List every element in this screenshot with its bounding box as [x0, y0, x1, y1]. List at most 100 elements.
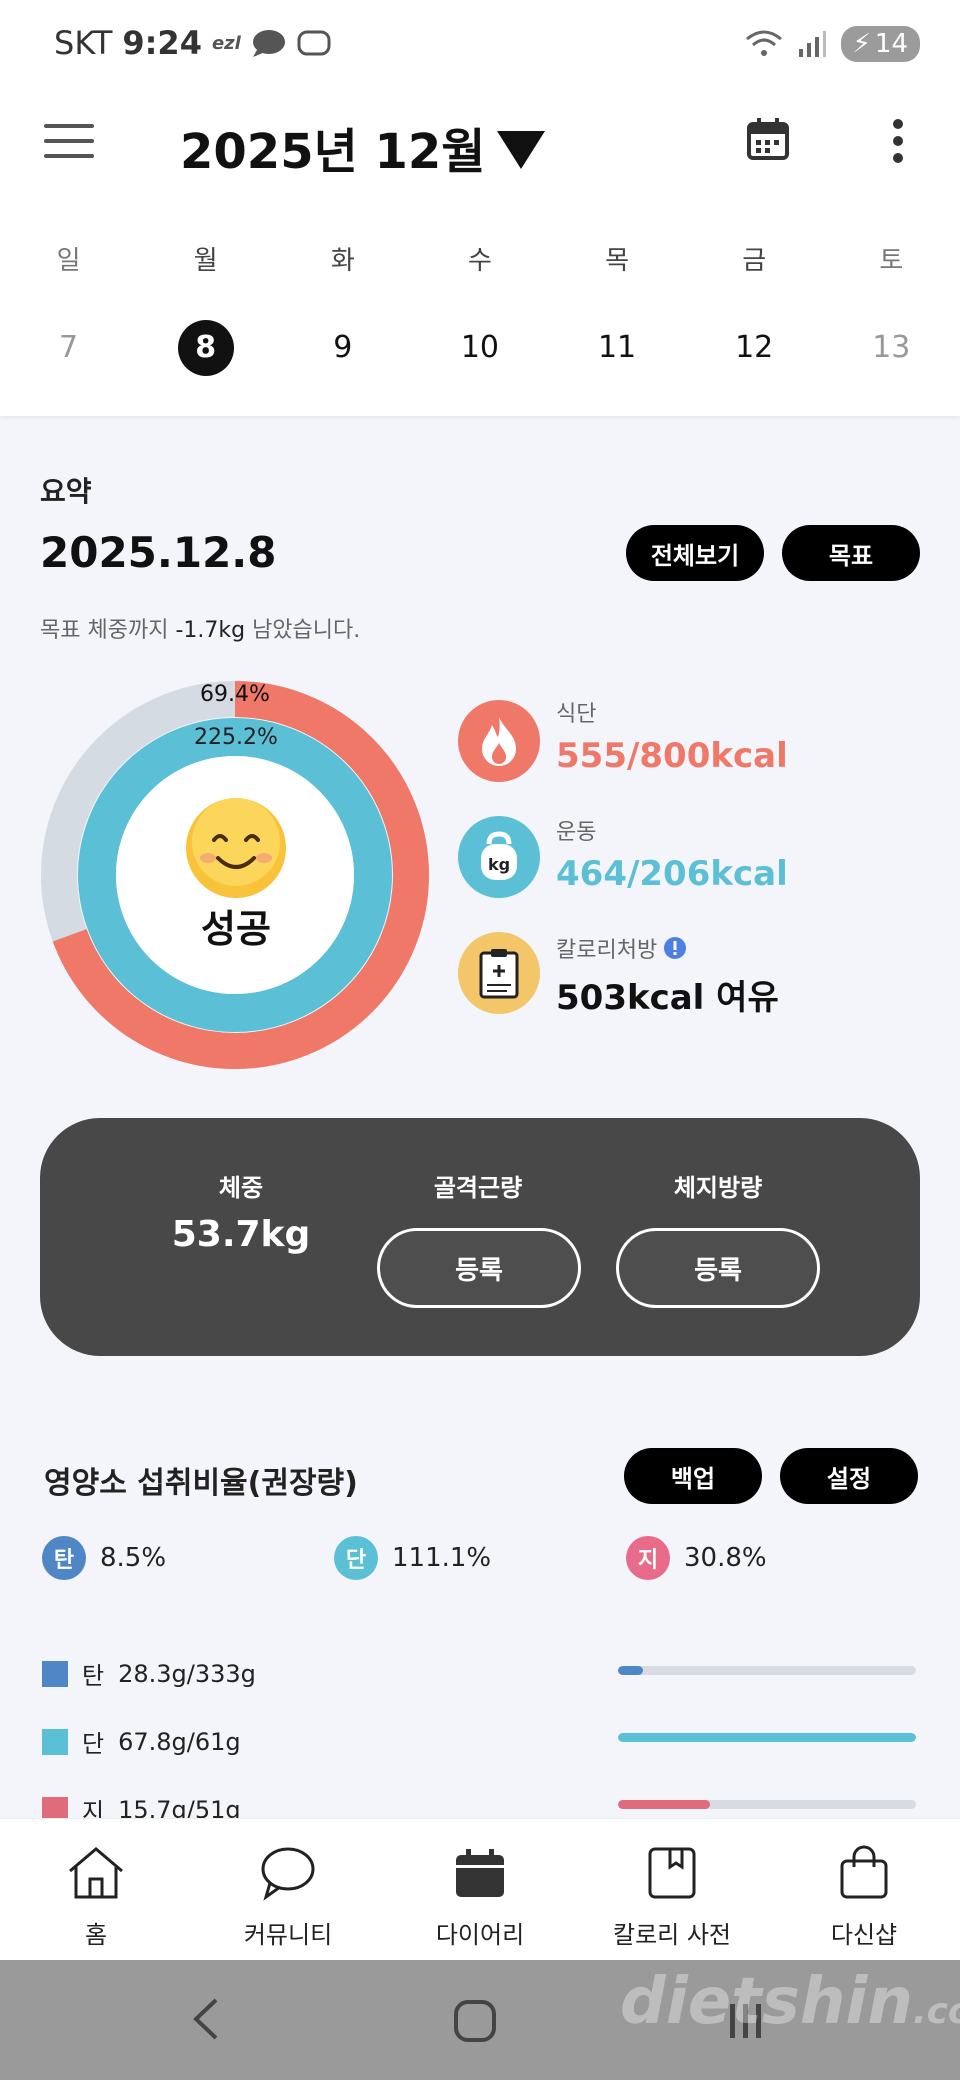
menu-icon[interactable]	[44, 124, 94, 160]
chat-bubble-icon	[261, 1847, 315, 1901]
nav-shop-label: 다신샵	[830, 1921, 898, 1949]
carb-ratio-value: 8.5%	[100, 1543, 167, 1573]
goal-prefix: 목표 체중까지	[40, 618, 176, 643]
nutrition-title: 영양소 섭취비율(권장량)	[44, 1466, 358, 1501]
prescription-label-row: 칼로리처방	[556, 932, 687, 964]
carb-row: 탄 28.3g/333g	[42, 1656, 256, 1691]
dropdown-triangle-icon	[497, 131, 546, 169]
goal-suffix: 남았습니다.	[245, 618, 361, 643]
signal-icon	[798, 31, 826, 57]
clock: 9:24	[122, 24, 202, 62]
protein-bar-fill	[618, 1733, 916, 1742]
battery-level: 14	[874, 29, 908, 59]
watermark-suffix: .com	[912, 1991, 960, 2032]
weekday-label: 목	[605, 246, 630, 276]
weekday-row: 일 월 화 수 목 금 토	[0, 240, 960, 277]
date-cell[interactable]: 13	[823, 320, 960, 376]
exercise-value: 464/206kcal	[556, 854, 788, 894]
weekday-label: 일	[56, 246, 81, 276]
date-cell[interactable]: 9	[274, 320, 411, 376]
carb-ratio: 탄 8.5%	[42, 1536, 166, 1580]
diet-stat-icon	[458, 700, 540, 782]
back-icon[interactable]	[190, 1996, 220, 2042]
exercise-label: 운동	[556, 820, 597, 845]
date-number: 12	[735, 330, 774, 365]
wifi-icon	[745, 30, 782, 56]
status-left: SKT 9:24 ezl	[54, 24, 331, 62]
status-bar: SKT 9:24 ezl ⚡ 14	[0, 0, 960, 90]
exercise-stat-icon: kg	[458, 816, 540, 898]
goal-diff: -1.7kg	[175, 618, 246, 643]
chat-status-icon	[252, 30, 285, 57]
carb-name: 탄	[82, 1662, 105, 1690]
date-cell-selected[interactable]: 8	[137, 320, 274, 376]
carb-bar-fill	[618, 1666, 644, 1675]
app-header: 2025년 12월	[0, 100, 960, 190]
fat-ratio-value: 30.8%	[684, 1543, 767, 1573]
date-cell[interactable]: 10	[411, 320, 548, 376]
date-number: 11	[597, 330, 637, 365]
weight-label: 체중	[218, 1174, 264, 1202]
weekday-label: 수	[467, 246, 492, 276]
date-number: 8	[177, 320, 234, 376]
fat-register-button[interactable]: 등록	[616, 1228, 820, 1308]
prescription-stat-icon	[458, 932, 540, 1014]
settings-button[interactable]: 설정	[780, 1448, 918, 1504]
view-all-button[interactable]: 전체보기	[626, 525, 764, 581]
fat-bar	[618, 1800, 916, 1809]
muscle-label: 골격근량	[433, 1174, 523, 1202]
svg-text:kg: kg	[488, 855, 510, 874]
result-label: 성공	[201, 907, 271, 951]
site-watermark: dietshin.com	[620, 1965, 960, 2039]
date-row: 7 8 9 10 11 12 13	[0, 320, 960, 376]
month-label: 2025년 12월	[180, 124, 486, 180]
weekday-label: 월	[193, 246, 218, 276]
nav-community[interactable]: 커뮤니티	[192, 1819, 384, 1960]
protein-ratio: 단 111.1%	[334, 1536, 491, 1580]
carb-swatch	[42, 1660, 68, 1687]
status-right: ⚡ 14	[745, 26, 920, 62]
clipboard-icon	[479, 949, 519, 999]
diet-value: 555/800kcal	[556, 736, 788, 776]
month-selector[interactable]: 2025년 12월	[180, 112, 546, 182]
backup-button[interactable]: 백업	[624, 1448, 762, 1504]
bottom-navigation: 홈 커뮤니티 다이어리 칼로리 사전 다신샵	[0, 1818, 960, 1960]
protein-name: 단	[82, 1730, 105, 1758]
protein-amount: 67.8g/61g	[118, 1727, 241, 1756]
book-icon	[648, 1847, 696, 1899]
date-cell[interactable]: 7	[0, 320, 137, 376]
protein-badge: 단	[334, 1536, 378, 1580]
dash-status-icon	[297, 30, 331, 56]
goal-button[interactable]: 목표	[782, 525, 920, 581]
charging-icon: ⚡	[852, 29, 871, 59]
nav-diary-label: 다이어리	[435, 1921, 525, 1949]
more-vert-icon[interactable]	[888, 118, 908, 164]
carb-amount: 28.3g/333g	[118, 1659, 256, 1688]
nav-home[interactable]: 홈	[0, 1819, 192, 1960]
nav-calorie-dictionary[interactable]: 칼로리 사전	[576, 1819, 768, 1960]
protein-bar	[618, 1733, 916, 1742]
diet-label: 식단	[556, 702, 597, 727]
fat-ratio: 지 30.8%	[626, 1536, 767, 1580]
info-icon[interactable]	[663, 936, 687, 960]
ring-inner-percent: 225.2%	[194, 725, 278, 750]
muscle-register-button[interactable]: 등록	[377, 1228, 581, 1308]
weekday-label: 화	[330, 246, 355, 276]
goal-message: 목표 체중까지 -1.7kg 남았습니다.	[40, 612, 360, 644]
watermark-text: dietshin	[620, 1965, 913, 2039]
smile-emoji-icon	[186, 798, 286, 898]
carb-bar	[618, 1666, 916, 1675]
diary-calendar-icon	[456, 1849, 504, 1897]
nav-diary[interactable]: 다이어리	[384, 1819, 576, 1960]
date-cell[interactable]: 11	[549, 320, 686, 376]
calendar-icon[interactable]	[746, 116, 790, 162]
home-button-icon[interactable]	[452, 1998, 498, 2044]
prescription-value: 503kcal 여유	[556, 978, 779, 1018]
carb-badge: 탄	[42, 1536, 86, 1580]
nav-shop[interactable]: 다신샵	[768, 1819, 960, 1960]
nav-community-label: 커뮤니티	[243, 1921, 333, 1949]
summary-label: 요약	[40, 475, 92, 508]
date-cell[interactable]: 12	[686, 320, 823, 376]
fat-label: 체지방량	[673, 1174, 763, 1202]
carrier: SKT	[54, 24, 113, 62]
